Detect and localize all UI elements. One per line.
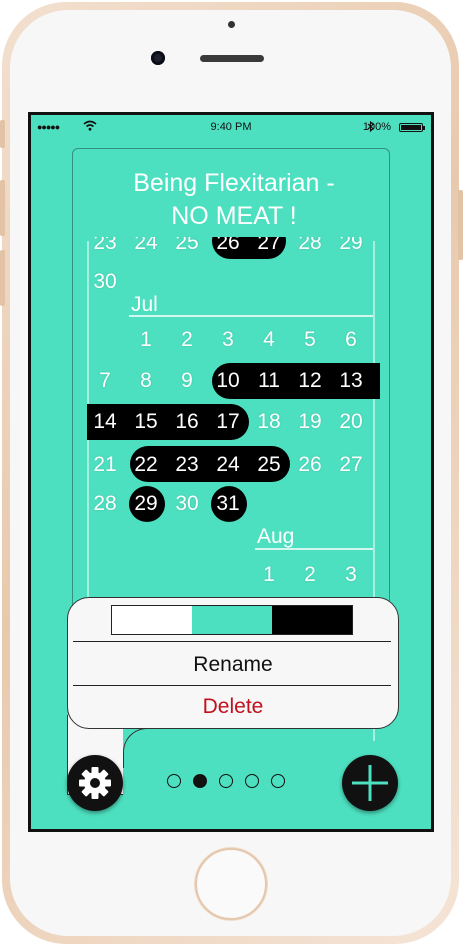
color-swatch-black[interactable] <box>272 606 352 634</box>
month-label-aug: Aug <box>257 525 295 548</box>
calendar-day[interactable]: 3 <box>331 563 371 587</box>
calendar-day[interactable]: 23 <box>85 237 125 255</box>
plus-icon <box>352 765 388 801</box>
calendar-day[interactable]: 11 <box>249 369 289 393</box>
proximity-sensor <box>228 21 235 28</box>
color-picker <box>111 605 353 635</box>
calendar-day[interactable]: 26 <box>208 237 248 255</box>
calendar-day[interactable]: 9 <box>167 369 207 393</box>
page-dot[interactable] <box>193 774 207 788</box>
delete-button[interactable]: Delete <box>67 687 399 727</box>
calendar-day[interactable]: 6 <box>331 328 371 352</box>
calendar-day[interactable]: 3 <box>208 328 248 352</box>
calendar-day[interactable]: 24 <box>126 237 166 255</box>
add-habit-button[interactable] <box>342 755 398 811</box>
rename-button[interactable]: Rename <box>67 645 399 685</box>
app-screen: ●●●●● 9:40 PM 100% Being Flexitarian - N… <box>28 112 434 832</box>
calendar-day[interactable]: 16 <box>167 410 207 434</box>
power-button <box>458 190 463 260</box>
color-swatch-white[interactable] <box>112 606 192 634</box>
calendar-day[interactable]: 1 <box>249 563 289 587</box>
calendar-day[interactable]: 20 <box>331 410 371 434</box>
gear-icon <box>79 767 111 799</box>
page-dot[interactable] <box>271 774 285 788</box>
calendar-day[interactable]: 12 <box>290 369 330 393</box>
calendar-day[interactable]: 29 <box>126 492 166 516</box>
calendar-day[interactable]: 29 <box>331 237 371 255</box>
month-divider <box>255 548 373 550</box>
calendar-day[interactable]: 2 <box>167 328 207 352</box>
calendar-day[interactable]: 18 <box>249 410 289 434</box>
page-dot[interactable] <box>245 774 259 788</box>
calendar-day[interactable]: 15 <box>126 410 166 434</box>
popup-divider <box>73 641 391 642</box>
calendar-day[interactable]: 13 <box>331 369 371 393</box>
calendar-day[interactable]: 22 <box>126 453 166 477</box>
calendar-day[interactable]: 5 <box>290 328 330 352</box>
calendar-day[interactable]: 4 <box>249 328 289 352</box>
page-indicator[interactable] <box>167 774 285 790</box>
month-divider <box>129 315 373 317</box>
popup-divider <box>73 685 391 686</box>
volume-down-button <box>0 250 5 306</box>
calendar-day[interactable]: 17 <box>208 410 248 434</box>
earpiece-speaker <box>200 55 264 62</box>
calendar-day[interactable]: 10 <box>208 369 248 393</box>
calendar-day[interactable]: 27 <box>249 237 289 255</box>
calendar-day[interactable]: 28 <box>290 237 330 255</box>
calendar-day[interactable]: 7 <box>85 369 125 393</box>
calendar-day[interactable]: 21 <box>85 453 125 477</box>
settings-button[interactable] <box>67 755 123 811</box>
calendar-day[interactable]: 25 <box>167 237 207 255</box>
calendar-day[interactable]: 14 <box>85 410 125 434</box>
home-button[interactable] <box>195 848 267 920</box>
calendar-day[interactable]: 30 <box>167 492 207 516</box>
calendar-day[interactable]: 23 <box>167 453 207 477</box>
mute-switch <box>0 120 5 148</box>
month-label-jul: Jul <box>131 293 158 316</box>
calendar-day[interactable]: 1 <box>126 328 166 352</box>
page-dot[interactable] <box>167 774 181 788</box>
calendar-day[interactable]: 2 <box>290 563 330 587</box>
page-dot[interactable] <box>219 774 233 788</box>
calendar-day[interactable]: 8 <box>126 369 166 393</box>
calendar-day[interactable]: 31 <box>208 492 248 516</box>
calendar-day[interactable]: 25 <box>249 453 289 477</box>
calendar-day[interactable]: 28 <box>85 492 125 516</box>
calendar-day[interactable]: 26 <box>290 453 330 477</box>
front-camera <box>151 51 165 65</box>
calendar-day[interactable]: 19 <box>290 410 330 434</box>
calendar-day[interactable]: 30 <box>85 270 125 294</box>
volume-up-button <box>0 180 5 236</box>
calendar-day[interactable]: 27 <box>331 453 371 477</box>
calendar-day[interactable]: 24 <box>208 453 248 477</box>
color-swatch-teal[interactable] <box>192 606 272 634</box>
